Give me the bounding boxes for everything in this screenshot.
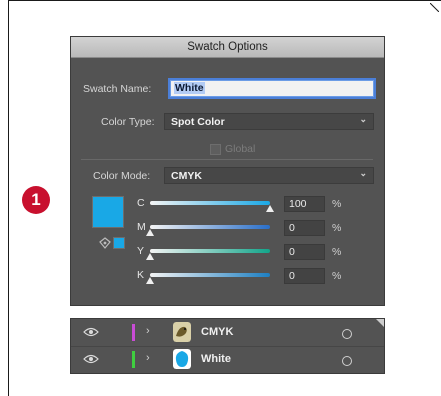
- layer-row-white[interactable]: › White: [71, 348, 384, 371]
- layer-name[interactable]: CMYK: [201, 326, 233, 338]
- color-mode-value: CMYK: [171, 170, 202, 182]
- global-checkbox-row[interactable]: Global: [210, 143, 255, 155]
- m-slider-track[interactable]: [150, 225, 270, 229]
- layer-color-bar: [132, 351, 135, 368]
- channel-label: M: [137, 221, 146, 233]
- out-of-gamut-icon[interactable]: [99, 237, 111, 249]
- dialog-title: Swatch Options: [71, 37, 384, 58]
- percent-unit: %: [332, 198, 342, 210]
- c-slider-thumb[interactable]: [266, 205, 274, 212]
- chevron-down-icon: ⌄: [359, 168, 367, 178]
- blue-shape-thumbnail-icon: [173, 349, 191, 369]
- bird-thumbnail-icon: [173, 322, 191, 342]
- color-preview-swatch: [92, 196, 124, 228]
- m-value-field[interactable]: 0: [284, 220, 325, 236]
- y-slider-track[interactable]: [150, 249, 270, 253]
- channel-row-k: K 0 %: [137, 268, 377, 286]
- channel-label: Y: [137, 245, 145, 257]
- layers-panel: › CMYK › White: [70, 318, 385, 374]
- color-type-select[interactable]: Spot Color ⌄: [164, 113, 374, 130]
- layer-name[interactable]: White: [201, 353, 231, 365]
- m-slider-thumb[interactable]: [146, 229, 154, 236]
- color-type-label: Color Type:: [101, 116, 155, 128]
- k-slider-thumb[interactable]: [146, 277, 154, 284]
- percent-unit: %: [332, 222, 342, 234]
- y-slider-thumb[interactable]: [146, 253, 154, 260]
- global-checkbox[interactable]: [210, 143, 221, 155]
- percent-unit: %: [332, 246, 342, 258]
- layer-color-bar: [132, 324, 135, 341]
- channel-row-y: Y 0 %: [137, 244, 377, 262]
- percent-unit: %: [332, 270, 342, 282]
- step-number-badge: 1: [22, 186, 50, 214]
- color-mode-label: Color Mode:: [93, 170, 151, 182]
- y-value-field[interactable]: 0: [284, 244, 325, 260]
- global-checkbox-label: Global: [225, 143, 256, 155]
- swatch-options-dialog: Swatch Options Swatch Name: White Color …: [70, 36, 385, 306]
- c-value-field[interactable]: 100: [284, 196, 325, 212]
- k-value-field[interactable]: 0: [284, 268, 325, 284]
- chevron-right-icon[interactable]: ›: [146, 352, 150, 364]
- row-separator: [71, 346, 384, 347]
- k-slider-track[interactable]: [150, 273, 270, 277]
- channel-row-m: M 0 %: [137, 220, 377, 238]
- channel-label: K: [137, 269, 145, 281]
- target-circle-icon[interactable]: [342, 329, 352, 339]
- swatch-name-label: Swatch Name:: [83, 83, 152, 95]
- eye-icon[interactable]: [83, 327, 99, 337]
- chevron-right-icon[interactable]: ›: [146, 325, 150, 337]
- target-circle-icon[interactable]: [342, 356, 352, 366]
- gamut-swatch[interactable]: [113, 237, 125, 249]
- layer-row-cmyk[interactable]: › CMYK: [71, 321, 384, 344]
- chevron-down-icon: ⌄: [359, 114, 367, 124]
- c-slider-track[interactable]: [150, 201, 270, 205]
- section-divider: [81, 159, 373, 160]
- swatch-name-input[interactable]: White: [170, 80, 374, 97]
- color-mode-select[interactable]: CMYK ⌄: [164, 167, 374, 184]
- corner-fold-icon: [430, 3, 439, 12]
- channel-label: C: [137, 197, 145, 209]
- color-type-value: Spot Color: [171, 116, 225, 128]
- swatch-name-value: White: [174, 82, 205, 94]
- channel-row-c: C 100 %: [137, 196, 377, 214]
- eye-icon[interactable]: [83, 354, 99, 364]
